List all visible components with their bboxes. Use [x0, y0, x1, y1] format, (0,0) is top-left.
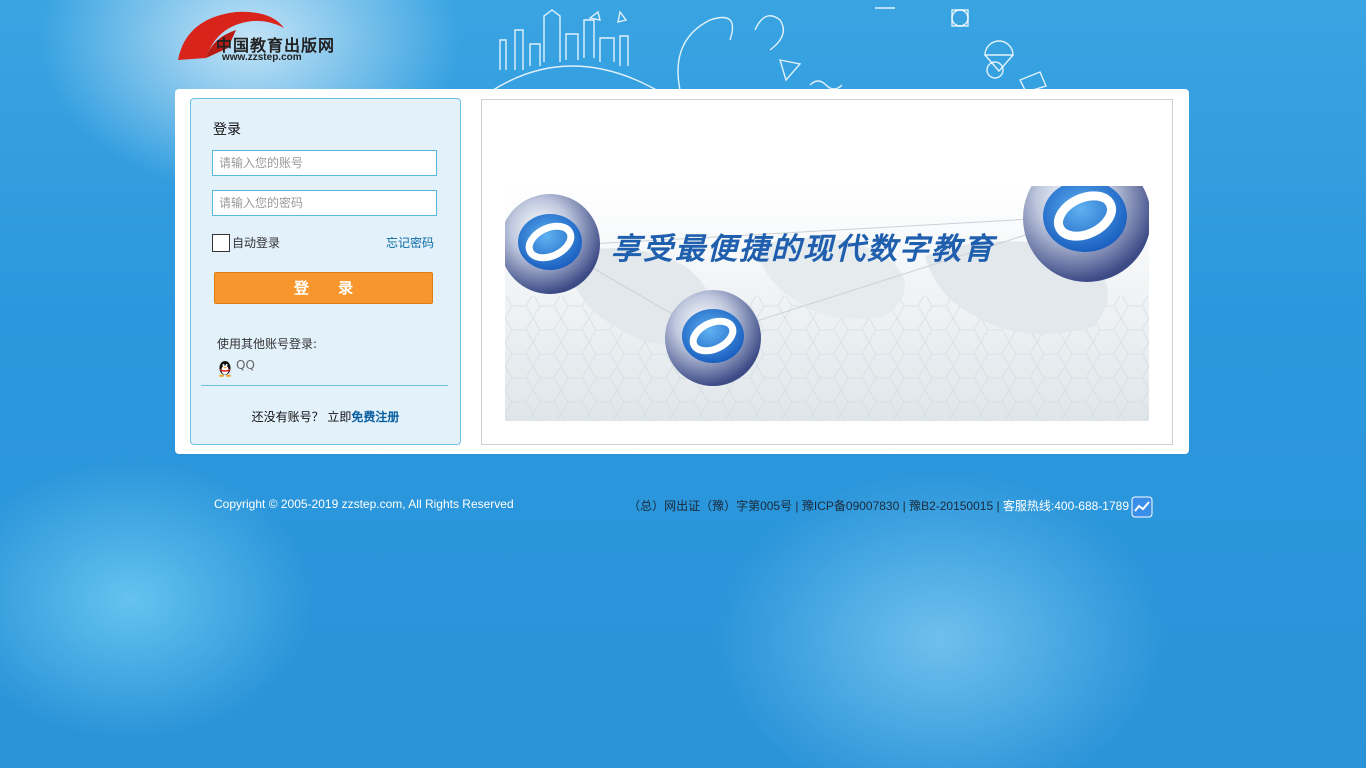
hotline-text: 客服热线:400-688-1789: [1002, 499, 1129, 513]
divider: [201, 385, 448, 386]
qq-label: QQ: [236, 358, 255, 372]
qq-penguin-icon: [218, 361, 232, 377]
banner-slogan: 享受最便捷的现代数字教育: [611, 232, 995, 267]
auto-login-label: 自动登录: [232, 236, 281, 250]
login-form: 登录 自动登录 忘记密码 登 录 使用其他账号登录: QQ 还: [190, 98, 461, 445]
no-account-text: 还没有账号？ 立即: [251, 410, 352, 424]
login-title: 登录: [213, 122, 241, 138]
logo-url: www.zzstep.com: [222, 52, 302, 63]
register-link[interactable]: 免费注册: [351, 410, 399, 424]
username-input[interactable]: [212, 150, 437, 176]
copyright-text: Copyright © 2005-2019 zzstep.com, All Ri…: [214, 497, 514, 511]
promo-banner: 享受最便捷的现代数字教育: [481, 99, 1173, 445]
login-button[interactable]: 登 录: [214, 272, 433, 304]
banner-image: 享受最便捷的现代数字教育: [505, 186, 1149, 421]
header-illustration: [489, 7, 1047, 92]
main-panel: 登录 自动登录 忘记密码 登 录 使用其他账号登录: QQ 还: [175, 89, 1189, 454]
auto-login-checkbox[interactable]: [212, 234, 230, 252]
forgot-password-link[interactable]: 忘记密码: [386, 234, 434, 251]
license-text: （总）网出证（豫）字第005号 | 豫ICP备09007830 | 豫B2-20…: [628, 499, 1003, 513]
register-prompt: 还没有账号？ 立即免费注册: [191, 408, 460, 425]
banner-illustration: [505, 186, 1149, 421]
stats-chart-icon[interactable]: [1131, 496, 1153, 518]
password-input[interactable]: [212, 190, 437, 216]
site-logo[interactable]: 中国教育出版网 www.zzstep.com: [176, 8, 336, 68]
license-info: （总）网出证（豫）字第005号 | 豫ICP备09007830 | 豫B2-20…: [628, 497, 1129, 514]
other-login-label: 使用其他账号登录:: [217, 337, 318, 351]
